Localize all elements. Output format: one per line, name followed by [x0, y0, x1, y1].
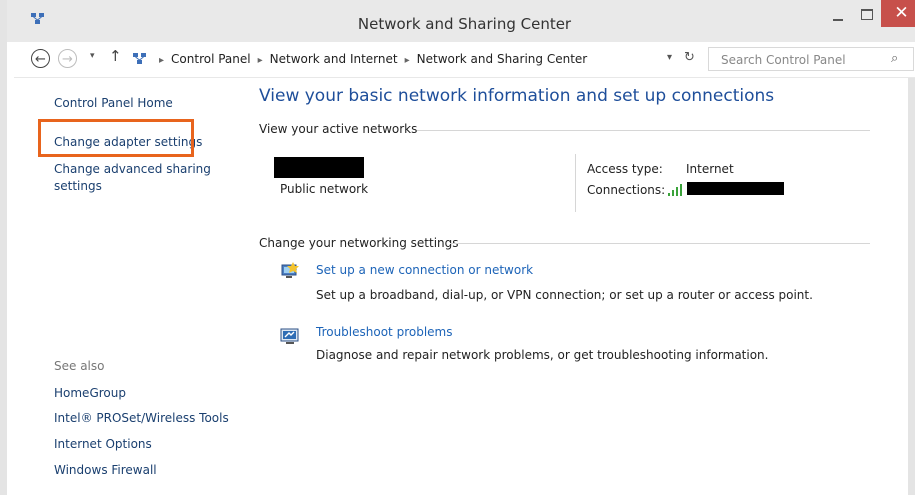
change-settings-header: Change your networking settings	[259, 236, 459, 250]
setup-new-connection-link[interactable]: Set up a new connection or network	[316, 263, 533, 277]
back-button[interactable]: ←	[31, 49, 50, 68]
minimize-button[interactable]	[825, 5, 851, 25]
chevron-right-icon[interactable]: ▸	[258, 55, 263, 66]
search-input[interactable]: Search Control Panel ⌕	[708, 47, 914, 71]
access-type-label: Access type:	[587, 162, 663, 176]
connections-label: Connections:	[587, 183, 666, 197]
new-connection-icon[interactable]	[279, 261, 301, 281]
access-type-value: Internet	[686, 162, 734, 176]
active-networks-divider	[417, 130, 870, 131]
address-toolbar: ← → ▾ ↑ ▸ Control Panel ▸ Network and Inter…	[14, 42, 915, 78]
troubleshoot-icon[interactable]	[279, 326, 301, 346]
main-content: View your basic network information and …	[237, 78, 907, 495]
see-also-heading: See also	[54, 359, 105, 373]
breadcrumb: ▸ Control Panel ▸ Network and Internet ▸ Netw…	[152, 52, 587, 66]
wifi-signal-icon[interactable]	[667, 184, 685, 196]
search-icon[interactable]: ⌕	[891, 51, 898, 66]
maximize-button[interactable]	[855, 5, 879, 25]
highlight-box	[38, 119, 194, 157]
active-networks-header: View your active networks	[259, 122, 418, 136]
chevron-right-icon[interactable]: ▸	[405, 55, 410, 66]
change-advanced-sharing-settings-link[interactable]: Change advanced sharing settings	[54, 161, 219, 195]
page-title: View your basic network information and …	[259, 86, 775, 106]
control-panel-home-link[interactable]: Control Panel Home	[54, 95, 173, 112]
internet-options-link[interactable]: Internet Options	[54, 436, 152, 453]
breadcrumb-network-and-internet[interactable]: Network and Internet	[270, 52, 398, 66]
close-button[interactable]: ✕	[881, 0, 915, 27]
control-panel-icon[interactable]	[131, 50, 149, 68]
setup-new-connection-description: Set up a broadband, dial-up, or VPN conn…	[316, 288, 813, 302]
homegroup-link[interactable]: HomeGroup	[54, 385, 126, 402]
title-bar: Network and Sharing Center ✕	[7, 0, 915, 42]
up-button[interactable]: ↑	[109, 47, 122, 65]
network-type-label[interactable]: Public network	[280, 182, 368, 196]
network-name-redacted	[274, 157, 364, 178]
windows-firewall-link[interactable]: Windows Firewall	[54, 462, 157, 479]
change-settings-divider	[450, 243, 870, 244]
chevron-right-icon[interactable]: ▸	[159, 55, 164, 66]
network-and-sharing-center-window: Network and Sharing Center ✕ ← → ▾ ↑ ▸ Co…	[0, 0, 915, 495]
intel-proset-wireless-tools-link[interactable]: Intel® PROSet/Wireless Tools	[54, 410, 229, 427]
recent-locations-button[interactable]: ▾	[90, 51, 95, 61]
search-placeholder: Search Control Panel	[721, 53, 846, 67]
troubleshoot-problems-link[interactable]: Troubleshoot problems	[316, 325, 452, 339]
breadcrumb-control-panel[interactable]: Control Panel	[171, 52, 251, 66]
forward-button[interactable]: →	[58, 49, 77, 68]
address-dropdown-button[interactable]: ▾	[667, 52, 672, 63]
network-info-divider	[575, 154, 576, 212]
connection-name-redacted[interactable]	[687, 182, 784, 195]
breadcrumb-network-and-sharing-center[interactable]: Network and Sharing Center	[417, 52, 588, 66]
troubleshoot-problems-description: Diagnose and repair network problems, or…	[316, 348, 769, 362]
window-title: Network and Sharing Center	[357, 15, 572, 33]
refresh-button[interactable]: ↻	[684, 50, 695, 65]
